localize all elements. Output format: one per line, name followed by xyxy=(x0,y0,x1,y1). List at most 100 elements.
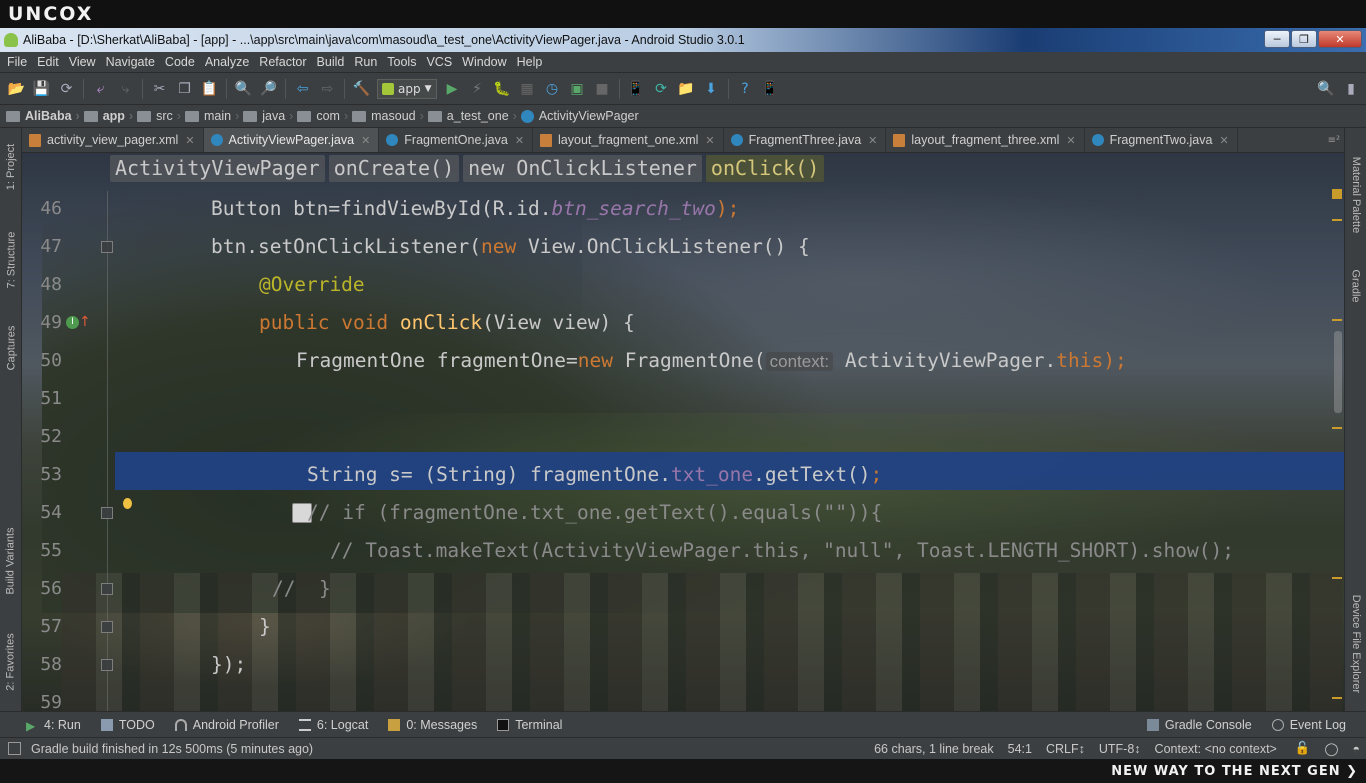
code-line[interactable]: 47 btn.setOnClickListener(new View.OnCli… xyxy=(22,227,1344,265)
back-icon[interactable]: ⇦ xyxy=(292,78,314,100)
breadcrumb-masoud[interactable]: masoud › xyxy=(352,109,424,123)
menu-build[interactable]: Build xyxy=(312,55,350,69)
menu-view[interactable]: View xyxy=(64,55,101,69)
tabs-overflow-indicator[interactable]: ≡² xyxy=(1328,135,1344,146)
make-project-icon[interactable]: 🔨 xyxy=(351,78,373,100)
override-gutter-icon[interactable]: I xyxy=(66,315,79,329)
breadcrumb-java[interactable]: java › xyxy=(243,109,293,123)
editor-crumb[interactable]: new OnClickListener xyxy=(463,155,702,182)
menu-edit[interactable]: Edit xyxy=(32,55,64,69)
editor-tab[interactable]: FragmentTwo.java ✕ xyxy=(1085,128,1238,152)
editor-tab[interactable]: activity_view_pager.xml ✕ xyxy=(22,128,204,152)
coverage-icon[interactable]: ▦ xyxy=(516,78,538,100)
menu-refactor[interactable]: Refactor xyxy=(254,55,311,69)
sync-icon[interactable]: ⟳ xyxy=(56,78,78,100)
menu-help[interactable]: Help xyxy=(512,55,548,69)
avd-manager-icon[interactable]: 📱 xyxy=(625,78,647,100)
code-line[interactable]: 55 // Toast.makeText(ActivityViewPager.t… xyxy=(22,531,1344,569)
code-line[interactable]: 57 } xyxy=(22,607,1344,645)
save-all-icon[interactable]: 💾 xyxy=(31,78,53,100)
tool-tab-device-file-explorer[interactable]: Device File Explorer xyxy=(1345,580,1366,708)
fold-marker[interactable] xyxy=(101,659,113,671)
menu-code[interactable]: Code xyxy=(160,55,200,69)
device-monitor-icon[interactable]: 📱 xyxy=(759,78,781,100)
tool-todo[interactable]: TODO xyxy=(100,718,155,732)
minimize-button[interactable]: ─ xyxy=(1264,30,1290,48)
close-button[interactable]: ✕ xyxy=(1318,30,1362,48)
tool-tab-material-palette[interactable]: Material Palette xyxy=(1345,140,1366,250)
close-tab-icon[interactable]: ✕ xyxy=(868,134,877,147)
breadcrumb-package[interactable]: a_test_one › xyxy=(427,109,517,123)
file-encoding[interactable]: UTF-8↕ xyxy=(1099,742,1141,756)
close-tab-icon[interactable]: ✕ xyxy=(1066,134,1075,147)
tool-event-log[interactable]: Event Log xyxy=(1271,718,1346,732)
menu-run[interactable]: Run xyxy=(349,55,382,69)
redo-icon[interactable]: ⤷ xyxy=(115,78,137,100)
inspector-icon[interactable]: ◯ xyxy=(1324,741,1338,756)
code-line[interactable]: 53 String s= (String) fragmentOne.txt_on… xyxy=(22,455,1344,493)
fold-marker[interactable] xyxy=(101,241,113,253)
tool-android-profiler[interactable]: Android Profiler xyxy=(174,718,279,732)
maximize-button[interactable]: ❐ xyxy=(1291,30,1317,48)
code-line[interactable]: 50 FragmentOne fragmentOne=new FragmentO… xyxy=(22,341,1344,379)
code-line[interactable]: 49 I ↑ public void onClick(View view) { xyxy=(22,303,1344,341)
editor-scrollbar-thumb[interactable] xyxy=(1334,331,1342,413)
code-line[interactable]: 59 xyxy=(22,683,1344,712)
tool-run[interactable]: ▶ 4: Run xyxy=(26,718,81,733)
code-line[interactable]: 54 // if (fragmentOne.txt_one.getText().… xyxy=(22,493,1344,531)
breadcrumb-project[interactable]: AliBaba › xyxy=(6,109,80,123)
project-structure-icon[interactable]: 📁 xyxy=(675,78,697,100)
run-config-select[interactable]: app ▼ xyxy=(377,78,437,99)
editor-tab[interactable]: layout_fragment_one.xml ✕ xyxy=(533,128,724,152)
close-tab-icon[interactable]: ✕ xyxy=(185,134,194,147)
menu-tools[interactable]: Tools xyxy=(382,55,421,69)
attach-debugger-icon[interactable]: ▣ xyxy=(566,78,588,100)
tool-gradle-console[interactable]: Gradle Console xyxy=(1146,718,1252,732)
fold-marker[interactable] xyxy=(101,507,113,519)
tool-terminal[interactable]: Terminal xyxy=(497,718,562,732)
breadcrumb-main[interactable]: main › xyxy=(184,109,239,123)
tool-messages[interactable]: 0: Messages xyxy=(388,718,477,732)
fold-marker[interactable] xyxy=(101,621,113,633)
close-tab-icon[interactable]: ✕ xyxy=(515,134,524,147)
replace-icon[interactable]: 🔎 xyxy=(258,78,280,100)
search-everywhere-icon[interactable]: 🔍 xyxy=(1315,78,1337,100)
editor-tab[interactable]: FragmentOne.java ✕ xyxy=(379,128,534,152)
close-tab-icon[interactable]: ✕ xyxy=(1219,134,1228,147)
sync-gradle-icon[interactable]: ⟳ xyxy=(650,78,672,100)
editor-crumb[interactable]: onClick() xyxy=(705,155,825,182)
open-folder-icon[interactable]: 📂 xyxy=(6,78,28,100)
close-tab-icon[interactable]: ✕ xyxy=(361,134,370,147)
editor-tab-active[interactable]: ActivityViewPager.java ✕ xyxy=(203,128,380,152)
fold-marker[interactable] xyxy=(101,583,113,595)
copy-icon[interactable]: ❐ xyxy=(174,78,196,100)
undo-icon[interactable]: ⤶ xyxy=(90,78,112,100)
run-icon[interactable]: ▶ xyxy=(441,78,463,100)
close-tab-icon[interactable]: ✕ xyxy=(705,134,714,147)
editor-tab[interactable]: FragmentThree.java ✕ xyxy=(724,128,887,152)
apply-changes-icon[interactable]: ⚡ xyxy=(466,78,488,100)
debug-icon[interactable]: 🐛 xyxy=(491,78,513,100)
menu-window[interactable]: Window xyxy=(457,55,511,69)
tool-tab-structure[interactable]: 7: Structure xyxy=(0,220,22,300)
caret-position[interactable]: 54:1 xyxy=(1008,742,1032,756)
profile-icon[interactable]: ◷ xyxy=(541,78,563,100)
tool-tab-gradle[interactable]: Gradle xyxy=(1345,260,1366,312)
paste-icon[interactable]: 📋 xyxy=(199,78,221,100)
tool-tab-project[interactable]: 1: Project xyxy=(0,136,22,198)
menu-file[interactable]: File xyxy=(2,55,32,69)
tool-tab-build-variants[interactable]: Build Variants xyxy=(0,516,22,606)
window-titlebar[interactable]: AliBaba - [D:\Sherkat\AliBaba] - [app] -… xyxy=(0,28,1366,52)
code-line[interactable]: 51 xyxy=(22,379,1344,417)
code-line[interactable]: 56 // } xyxy=(22,569,1344,607)
menu-analyze[interactable]: Analyze xyxy=(200,55,254,69)
stop-icon[interactable]: ■ xyxy=(591,78,613,100)
code-line[interactable]: 46 Button btn=findViewById(R.id.btn_sear… xyxy=(22,189,1344,227)
editor-crumb[interactable]: onCreate() xyxy=(328,155,460,182)
line-separator[interactable]: CRLF↕ xyxy=(1046,742,1085,756)
editor-tab[interactable]: layout_fragment_three.xml ✕ xyxy=(886,128,1085,152)
code-line[interactable]: 58 }); xyxy=(22,645,1344,683)
code-line[interactable]: 52 xyxy=(22,417,1344,455)
tool-tab-favorites[interactable]: 2: Favorites xyxy=(0,624,22,700)
breadcrumb-app[interactable]: app › xyxy=(83,109,133,123)
